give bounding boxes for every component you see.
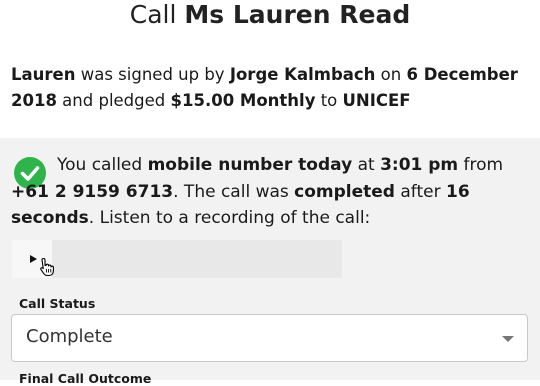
call-result-text: You called mobile number today at 3:01 p… bbox=[11, 152, 536, 232]
call-text: at bbox=[352, 155, 381, 175]
final-call-outcome-label: Final Call Outcome bbox=[19, 371, 152, 386]
call-text: . The call was bbox=[173, 181, 295, 202]
play-icon bbox=[30, 255, 37, 263]
play-button[interactable] bbox=[12, 240, 54, 278]
from-number: +61 2 9159 6713 bbox=[11, 181, 174, 202]
call-text: after bbox=[394, 181, 447, 202]
hand-pointer-icon bbox=[40, 257, 54, 277]
pledge-amount: $15.00 Monthly bbox=[170, 91, 316, 110]
contact-name: Ms Lauren Read bbox=[184, 0, 411, 29]
charity-name: UNICEF bbox=[342, 91, 411, 110]
call-recording-player[interactable] bbox=[12, 240, 342, 278]
summary-text: on bbox=[375, 65, 407, 84]
summary-text: to bbox=[315, 91, 343, 110]
called-number-label: mobile number today bbox=[147, 155, 353, 175]
contact-first-name: Lauren bbox=[11, 65, 76, 84]
call-status-label: Call Status bbox=[19, 296, 96, 311]
page-title: Call Ms Lauren Read bbox=[0, 0, 540, 30]
summary-text: was signed up by bbox=[75, 65, 230, 84]
chevron-down-icon bbox=[502, 336, 514, 342]
summary-header: Call Ms Lauren Read Lauren was signed up… bbox=[0, 0, 540, 138]
title-prefix: Call bbox=[129, 0, 177, 29]
call-text: You called bbox=[57, 155, 148, 175]
call-details-section: You called mobile number today at 3:01 p… bbox=[0, 138, 540, 386]
call-status-value: Complete bbox=[26, 326, 113, 347]
call-status-select[interactable]: Complete bbox=[11, 314, 528, 362]
call-status-word: completed bbox=[294, 181, 395, 202]
call-time: 3:01 pm bbox=[380, 155, 459, 175]
call-text: from bbox=[458, 155, 504, 175]
agent-name: Jorge Kalmbach bbox=[229, 65, 376, 84]
summary-text: and pledged bbox=[56, 91, 171, 110]
signup-summary: Lauren was signed up by Jorge Kalmbach o… bbox=[11, 62, 536, 114]
call-text: . Listen to a recording of the call: bbox=[88, 208, 371, 228]
